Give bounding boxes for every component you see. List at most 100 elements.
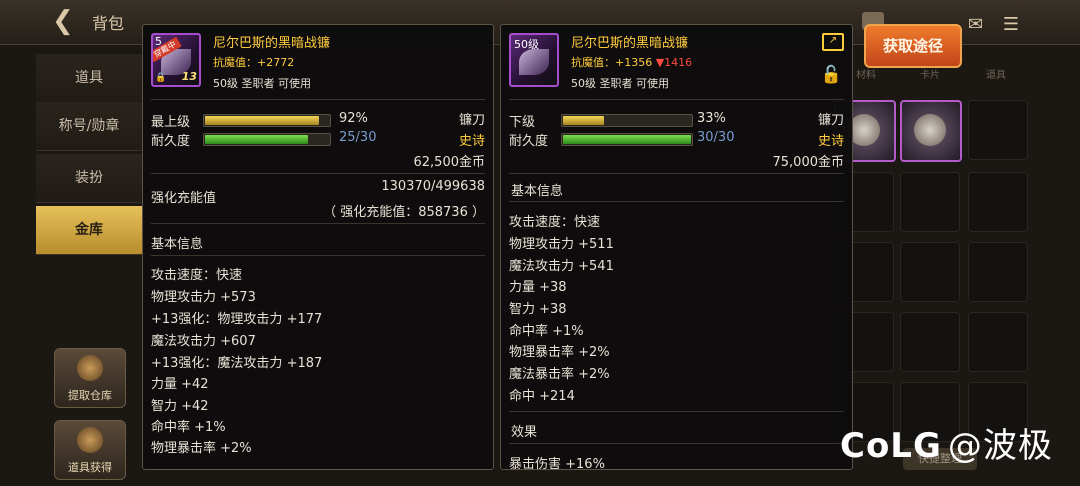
- grade-label: 下级: [509, 115, 536, 130]
- mail-icon[interactable]: ✉: [968, 14, 983, 35]
- lock-icon[interactable]: 🔓: [821, 65, 842, 85]
- stat-line: 魔法暴击率 +2%: [509, 367, 610, 382]
- stat-line: 物理攻击力 +573: [151, 290, 256, 305]
- item-name: 尼尔巴斯的黑暗战镰: [571, 36, 689, 51]
- price: 62,500金币: [413, 155, 486, 170]
- sidebar-item-vault[interactable]: 金库: [36, 206, 142, 255]
- back-arrow-icon[interactable]: ❮: [52, 8, 74, 34]
- divider: [151, 223, 485, 224]
- menu-icon[interactable]: ☰: [1003, 14, 1019, 35]
- share-icon[interactable]: ↗: [822, 33, 844, 51]
- weapon-type: 镰刀: [817, 113, 844, 128]
- stat-line: 物理攻击力 +511: [509, 237, 614, 252]
- stat-line: 物理暴击率 +2%: [151, 441, 252, 456]
- tile-label: 道具获得: [68, 461, 112, 474]
- colg-logo: CoLG: [840, 426, 942, 466]
- stat-line: 命中 +214: [509, 389, 575, 404]
- divider: [509, 201, 844, 202]
- reinforce-level: 13: [181, 70, 197, 83]
- inventory-slot[interactable]: [968, 312, 1028, 372]
- anti-magic: 抗魔值：+2772: [213, 54, 294, 70]
- stat-line: 命中率 +1%: [509, 324, 584, 339]
- extract-icon: [77, 355, 103, 381]
- scythe-icon: 50级: [509, 33, 559, 87]
- stat-line: 攻击速度：快速: [151, 268, 243, 283]
- inventory-slot[interactable]: [900, 312, 960, 372]
- anti-magic: 抗魔值：+1356 ▼1416: [571, 54, 692, 70]
- watermark-text: @波极: [947, 426, 1053, 466]
- durability-label: 耐久度: [151, 134, 191, 149]
- grade-bar: [203, 114, 331, 127]
- stat-line-reinforce: +13强化：魔法攻击力 +187: [151, 356, 323, 371]
- grade-bar: [561, 114, 693, 127]
- rarity: 史诗: [817, 134, 844, 149]
- inventory-slot[interactable]: [900, 172, 960, 232]
- stat-line: 魔法攻击力 +607: [151, 334, 256, 349]
- durability-value: 25/30: [339, 130, 377, 145]
- watermark: CoLG @波极: [840, 418, 1053, 467]
- anti-magic-value: +2772: [257, 56, 295, 69]
- grid-header-materials: 材料: [856, 70, 876, 81]
- effect-line: 暴击伤害 +16%: [509, 457, 605, 470]
- item-requirement: 50级 圣职者 可使用: [571, 77, 669, 90]
- item-header: 5 穿戴中 🔒 13 尼尔巴斯的黑暗战镰 抗魔值：+2772 50级 圣职者 可…: [143, 25, 493, 95]
- durability-bar-fill: [563, 135, 691, 144]
- lock-icon: 🔒: [155, 73, 167, 83]
- divider: [151, 173, 485, 174]
- scythe-icon: 5 穿戴中 🔒 13: [151, 33, 201, 87]
- equipped-item-tooltip: 5 穿戴中 🔒 13 尼尔巴斯的黑暗战镰 抗魔值：+2772 50级 圣职者 可…: [142, 24, 494, 470]
- item-name: 尼尔巴斯的黑暗战镰: [213, 36, 331, 51]
- anti-magic-value: +1356: [615, 56, 653, 69]
- sidebar-item-titles[interactable]: 称号/勋章: [36, 102, 142, 151]
- stat-line: 攻击速度：快速: [509, 215, 601, 230]
- inventory-slot[interactable]: [968, 100, 1028, 160]
- stat-line: 力量 +42: [151, 377, 209, 392]
- stat-line-reinforce: +13强化：物理攻击力 +177: [151, 312, 323, 327]
- item-header: 50级 尼尔巴斯的黑暗战镰 抗魔值：+1356 ▼1416 50级 圣职者 可使…: [501, 25, 852, 95]
- item-requirement: 50级 圣职者 可使用: [213, 77, 311, 90]
- durability-label: 耐久度: [509, 134, 549, 149]
- durability-bar-fill: [205, 135, 308, 144]
- stat-line: 魔法攻击力 +541: [509, 259, 614, 274]
- reinforce-total: （ 强化充能值：858736 ）: [323, 205, 485, 220]
- weapon-type: 镰刀: [458, 113, 485, 128]
- price: 75,000金币: [772, 155, 845, 170]
- divider: [509, 443, 844, 444]
- grade-label: 最上级: [151, 115, 191, 130]
- inventory-slot[interactable]: [968, 242, 1028, 302]
- top-right-icons: ✉ ☰: [968, 14, 1019, 35]
- grade-percent: 33%: [697, 111, 726, 126]
- effect-heading: 效果: [511, 425, 538, 440]
- stat-line: 物理暴击率 +2%: [509, 345, 610, 360]
- grade-percent: 92%: [339, 111, 368, 126]
- inventory-slot[interactable]: [900, 100, 962, 162]
- page-title: 背包: [92, 14, 125, 33]
- inventory-slot[interactable]: [900, 242, 960, 302]
- basic-info-heading: 基本信息: [511, 184, 564, 199]
- extract-vault-tile[interactable]: 提取仓库: [54, 348, 126, 408]
- grid-header-cards: 卡片: [920, 70, 940, 81]
- divider: [509, 411, 844, 412]
- scroll-icon: [77, 427, 103, 453]
- grid-header-items: 道具: [986, 70, 1006, 81]
- durability-bar: [561, 133, 693, 146]
- rarity: 史诗: [458, 134, 485, 149]
- sidebar-item-avatar[interactable]: 装扮: [36, 154, 142, 203]
- durability-bar: [203, 133, 331, 146]
- stat-line: 力量 +38: [509, 280, 567, 295]
- item-acquire-tile[interactable]: 道具获得: [54, 420, 126, 480]
- divider: [151, 99, 485, 100]
- stat-line: 智力 +42: [151, 399, 209, 414]
- divider: [509, 173, 844, 174]
- inventory-slot[interactable]: [968, 172, 1028, 232]
- sidebar: 道具 称号/勋章 装扮 金库 提取仓库 道具获得: [36, 48, 142, 486]
- reinforce-label: 强化充能值: [151, 191, 217, 206]
- stat-line: 智力 +38: [509, 302, 567, 317]
- acquire-route-button[interactable]: 获取途径: [864, 24, 962, 68]
- anti-magic-diff: ▼1416: [655, 56, 693, 69]
- divider: [151, 255, 485, 256]
- sidebar-item-items[interactable]: 道具: [36, 54, 142, 103]
- compared-item-tooltip: 50级 尼尔巴斯的黑暗战镰 抗魔值：+1356 ▼1416 50级 圣职者 可使…: [500, 24, 853, 470]
- stat-line: 命中率 +1%: [151, 420, 226, 435]
- divider: [509, 99, 844, 100]
